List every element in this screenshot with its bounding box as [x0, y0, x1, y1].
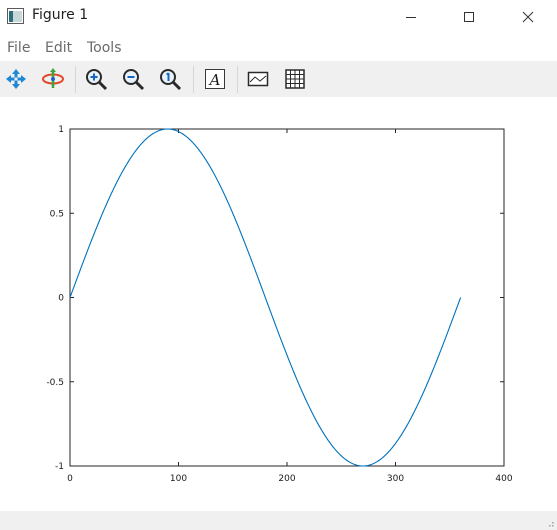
x-tick-labels: 0 100 200 300 400	[67, 474, 513, 484]
minimize-button[interactable]	[388, 0, 434, 33]
window-title: Figure 1	[32, 7, 89, 23]
menu-file[interactable]: File	[7, 40, 30, 56]
toolbar-separator	[193, 66, 194, 93]
menu-tools[interactable]: Tools	[87, 40, 122, 56]
y-tick-label: 0	[58, 294, 64, 304]
toolbar: A	[0, 61, 557, 97]
title-bar: Figure 1	[0, 0, 557, 33]
axes-box	[69, 128, 505, 467]
toolbar-separator	[75, 66, 76, 93]
x-tick-label: 0	[67, 474, 73, 484]
figure-canvas[interactable]: 0 100 200 300 400 -1 -0.5 0 0.5 1	[0, 97, 557, 511]
y-tick-label: 1	[58, 125, 64, 135]
axes-toggle-icon[interactable]	[246, 67, 270, 91]
axes-frame	[69, 128, 505, 467]
zoom-out-icon[interactable]	[121, 67, 145, 91]
menu-edit[interactable]: Edit	[45, 40, 72, 56]
svg-text:A: A	[208, 71, 221, 89]
x-tick-label: 200	[278, 474, 295, 484]
minimize-icon	[406, 16, 416, 18]
grid-icon[interactable]	[283, 67, 307, 91]
x-tick-label: 100	[170, 474, 187, 484]
zoom-reset-icon[interactable]	[158, 67, 182, 91]
pan-icon[interactable]	[4, 67, 28, 91]
y-tick-label: -0.5	[46, 378, 64, 388]
status-bar	[0, 511, 557, 530]
y-tick-label: 0.5	[50, 209, 64, 219]
maximize-button[interactable]	[446, 0, 492, 33]
zoom-in-icon[interactable]	[84, 67, 108, 91]
y-tick-label: -1	[55, 462, 64, 472]
toolbar-separator	[237, 66, 238, 93]
close-icon	[522, 11, 534, 22]
menu-bar: File Edit Tools	[0, 36, 557, 61]
maximize-icon	[464, 11, 474, 22]
x-tick-label: 400	[495, 474, 512, 484]
plot-svg: 0 100 200 300 400 -1 -0.5 0 0.5 1	[46, 125, 513, 484]
app-icon	[7, 8, 24, 24]
x-tick-label: 300	[387, 474, 404, 484]
close-button[interactable]	[505, 0, 551, 33]
resize-grip-icon[interactable]	[546, 519, 554, 527]
text-icon[interactable]: A	[203, 67, 227, 91]
rotate-icon[interactable]	[41, 67, 65, 91]
y-tick-labels: -1 -0.5 0 0.5 1	[46, 125, 64, 472]
